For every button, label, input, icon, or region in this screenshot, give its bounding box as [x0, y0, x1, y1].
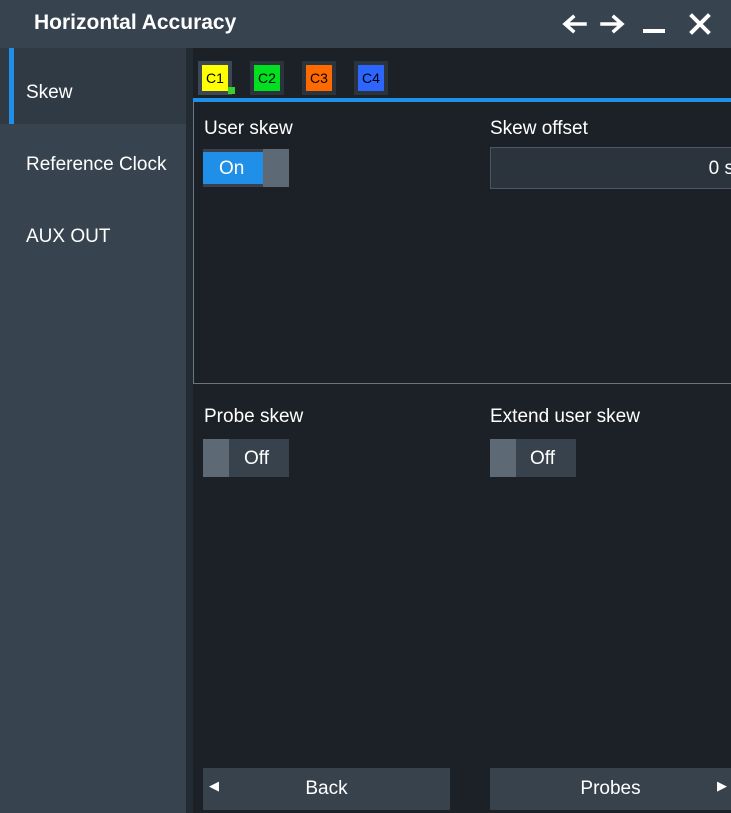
- probe-skew-toggle[interactable]: Off: [203, 439, 289, 477]
- window-title: Horizontal Accuracy: [34, 11, 237, 34]
- extend-user-skew-toggle[interactable]: Off: [490, 439, 576, 477]
- sidebar-separator: [186, 48, 193, 813]
- sidebar-item-label: AUX OUT: [26, 226, 111, 247]
- minimize-icon: [643, 29, 665, 33]
- sidebar-item-aux-out[interactable]: AUX OUT: [0, 200, 186, 276]
- user-skew-label: User skew: [204, 118, 293, 139]
- sidebar-item-label: Skew: [26, 82, 73, 103]
- close-button[interactable]: [683, 6, 717, 42]
- probes-button-label: Probes: [580, 778, 641, 799]
- tab-label: C2: [254, 65, 280, 91]
- forward-arrow-button[interactable]: [596, 6, 630, 42]
- probe-skew-label: Probe skew: [204, 406, 304, 427]
- back-arrow-button[interactable]: [557, 6, 591, 42]
- sidebar-item-label: Reference Clock: [26, 154, 167, 175]
- tab-c3[interactable]: C3: [302, 61, 336, 95]
- sidebar-item-reference-clock[interactable]: Reference Clock: [0, 124, 186, 200]
- toggle-knob: [263, 149, 289, 187]
- probes-button[interactable]: Probes ▶: [490, 768, 731, 810]
- toggle-state: Off: [244, 448, 269, 469]
- tab-c1[interactable]: C1: [198, 61, 235, 95]
- skew-offset-label: Skew offset: [490, 118, 588, 139]
- forward-arrow-icon: [600, 14, 625, 34]
- sidebar: Skew Reference Clock AUX OUT: [0, 48, 186, 813]
- tab-c2[interactable]: C2: [250, 61, 284, 95]
- extend-user-skew-label: Extend user skew: [490, 406, 640, 427]
- toggle-state: Off: [530, 448, 555, 469]
- tab-label: C4: [358, 65, 384, 91]
- skew-offset-value: 0 s: [708, 158, 731, 179]
- minimize-button[interactable]: [637, 6, 671, 42]
- toggle-knob: [203, 439, 229, 477]
- back-arrow-icon: [562, 14, 587, 34]
- back-button-label: Back: [305, 778, 348, 799]
- tab-label: C1: [202, 65, 228, 91]
- channel-tab-bar: C1 C2 C3 C4: [193, 55, 731, 101]
- toggle-state: On: [219, 158, 245, 179]
- right-arrow-icon: ▶: [717, 778, 727, 793]
- channel-tab-panel: [193, 102, 731, 384]
- tab-label: C3: [306, 65, 332, 91]
- main-content: C1 C2 C3 C4 User skew On Skew offset 0 s…: [193, 48, 731, 813]
- title-bar: Horizontal Accuracy: [0, 0, 731, 48]
- close-icon: [689, 13, 711, 35]
- tab-c4[interactable]: C4: [354, 61, 388, 95]
- skew-offset-field[interactable]: 0 s: [490, 147, 731, 189]
- back-button[interactable]: ◀ Back: [203, 768, 450, 810]
- sidebar-item-skew[interactable]: Skew: [0, 48, 186, 124]
- user-skew-toggle[interactable]: On: [203, 149, 289, 187]
- toggle-knob: [490, 439, 516, 477]
